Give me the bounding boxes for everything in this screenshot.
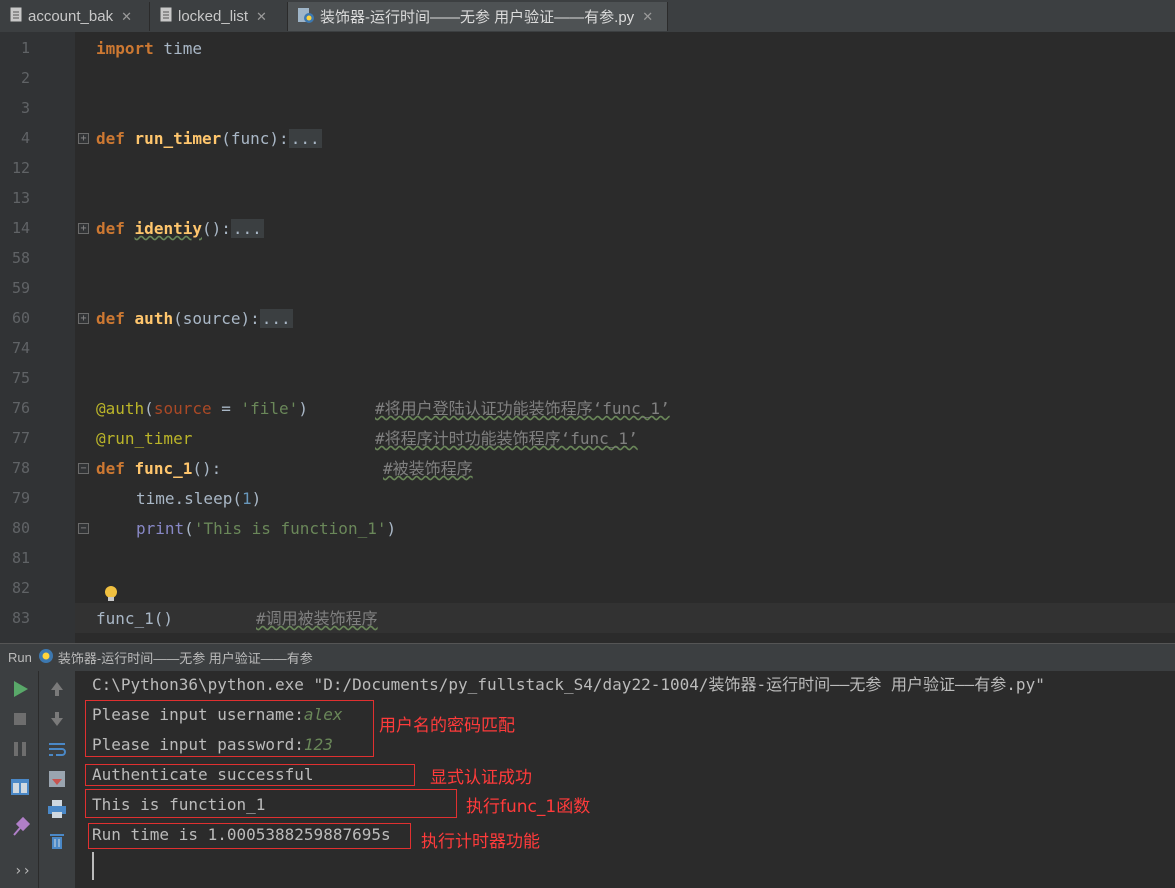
folded-code-placeholder[interactable]: ...	[230, 219, 264, 238]
code-line-77: @run_timer	[96, 429, 193, 448]
rerun-play-icon[interactable]	[8, 677, 32, 701]
python-icon	[38, 648, 54, 667]
file-icon	[160, 7, 172, 26]
line-number: 80	[11, 519, 30, 537]
folded-code-placeholder[interactable]: ...	[288, 129, 322, 148]
code-line-78: def func_1():	[96, 459, 222, 478]
line-number: 78	[11, 459, 30, 477]
annotation-box-timer	[88, 823, 411, 849]
line-number: 82	[11, 579, 30, 597]
code-line-1: import time	[96, 39, 202, 58]
code-comment: #调用被装饰程序	[256, 609, 378, 628]
line-number: 77	[11, 429, 30, 447]
code-line-79: time.sleep(1)	[136, 489, 262, 508]
annotation-function: 执行func_1函数	[466, 797, 591, 817]
line-gutter: 1 2 3 4 12 13 14 58 59 60 74 75 76 77 78…	[0, 32, 75, 643]
tab-active-script[interactable]: 装饰器-运行时间——无参 用户验证——有参.py ✕	[288, 2, 668, 31]
tab-label: 装饰器-运行时间——无参 用户验证——有参.py	[320, 9, 635, 26]
tab-label: locked_list	[178, 8, 249, 25]
fold-expand-icon[interactable]: +	[78, 313, 89, 324]
line-number: 83	[11, 609, 30, 627]
line-number: 76	[11, 399, 30, 417]
code-line-14: def identiy():...	[96, 219, 264, 238]
annotation-box-login	[85, 700, 374, 757]
current-line-highlight	[75, 603, 1175, 633]
scroll-to-end-icon[interactable]	[45, 767, 69, 791]
close-icon[interactable]: ✕	[256, 9, 267, 25]
line-number: 58	[11, 249, 30, 267]
close-icon[interactable]: ✕	[121, 9, 132, 25]
line-number: 13	[11, 189, 30, 207]
fold-expand-icon[interactable]: +	[78, 133, 89, 144]
console-input-caret[interactable]	[92, 852, 94, 880]
down-arrow-icon[interactable]	[45, 707, 69, 731]
close-icon[interactable]: ✕	[642, 9, 653, 25]
run-toolbar-secondary	[39, 671, 75, 888]
pin-icon[interactable]	[8, 815, 32, 839]
line-number: 75	[11, 369, 30, 387]
line-number: 2	[20, 69, 30, 87]
run-panel-header: Run 装饰器-运行时间——无参 用户验证——有参	[0, 643, 1175, 671]
code-comment: #将程序计时功能装饰程序‘func_1’	[375, 429, 638, 448]
line-number: 12	[11, 159, 30, 177]
lightbulb-icon[interactable]	[104, 585, 118, 607]
code-comment: #将用户登陆认证功能装饰程序‘func_1’	[375, 399, 670, 418]
layout-icon[interactable]	[8, 775, 32, 799]
annotation-timer: 执行计时器功能	[421, 832, 540, 852]
annotation-login: 用户名的密码匹配	[379, 716, 515, 736]
line-number: 60	[11, 309, 30, 327]
line-number: 4	[20, 129, 30, 147]
code-line-80: print('This is function_1')	[136, 519, 397, 538]
code-line-83: func_1()	[96, 609, 174, 628]
stop-icon[interactable]	[8, 707, 32, 731]
run-toolbar-primary: ››	[0, 671, 39, 888]
tab-locked-list[interactable]: locked_list ✕	[150, 2, 288, 31]
code-line-76: @auth(source = 'file')	[96, 399, 308, 418]
file-icon	[10, 7, 22, 26]
print-icon[interactable]	[45, 797, 69, 821]
run-tab-label[interactable]: Run	[8, 650, 32, 665]
fold-expand-icon[interactable]: +	[78, 223, 89, 234]
line-number: 79	[11, 489, 30, 507]
line-number: 74	[11, 339, 30, 357]
more-icon[interactable]: ››	[14, 863, 31, 879]
fold-end-icon[interactable]: −	[78, 523, 89, 534]
pause-icon[interactable]	[8, 737, 32, 761]
python-file-icon	[298, 7, 314, 27]
tab-label: account_bak	[28, 8, 114, 25]
annotation-box-function	[85, 789, 457, 818]
line-number: 1	[20, 39, 30, 57]
line-number: 59	[11, 279, 30, 297]
line-number: 3	[20, 99, 30, 117]
annotation-auth: 显式认证成功	[430, 768, 532, 788]
code-comment: #被装饰程序	[383, 459, 473, 478]
code-line-4: def run_timer(func):...	[96, 129, 322, 148]
editor-tab-bar: account_bak ✕ locked_list ✕ 装饰器-运行时间——无参…	[0, 0, 1175, 33]
folded-code-placeholder[interactable]: ...	[259, 309, 293, 328]
tab-account-bak[interactable]: account_bak ✕	[0, 2, 150, 31]
code-editor[interactable]: 1 2 3 4 12 13 14 58 59 60 74 75 76 77 78…	[0, 32, 1175, 643]
soft-wrap-icon[interactable]	[45, 737, 69, 761]
annotation-box-auth	[85, 764, 415, 786]
line-number: 81	[11, 549, 30, 567]
console-command-line: C:\Python36\python.exe "D:/Documents/py_…	[92, 675, 1045, 694]
trash-icon[interactable]	[45, 829, 69, 853]
up-arrow-icon[interactable]	[45, 677, 69, 701]
code-line-60: def auth(source):...	[96, 309, 293, 328]
fold-collapse-icon[interactable]: −	[78, 463, 89, 474]
run-console: ›› C:\Python36\python.exe "D:/Documents/…	[0, 671, 1175, 888]
run-config-name[interactable]: 装饰器-运行时间——无参 用户验证——有参	[58, 648, 313, 667]
line-number: 14	[11, 219, 30, 237]
